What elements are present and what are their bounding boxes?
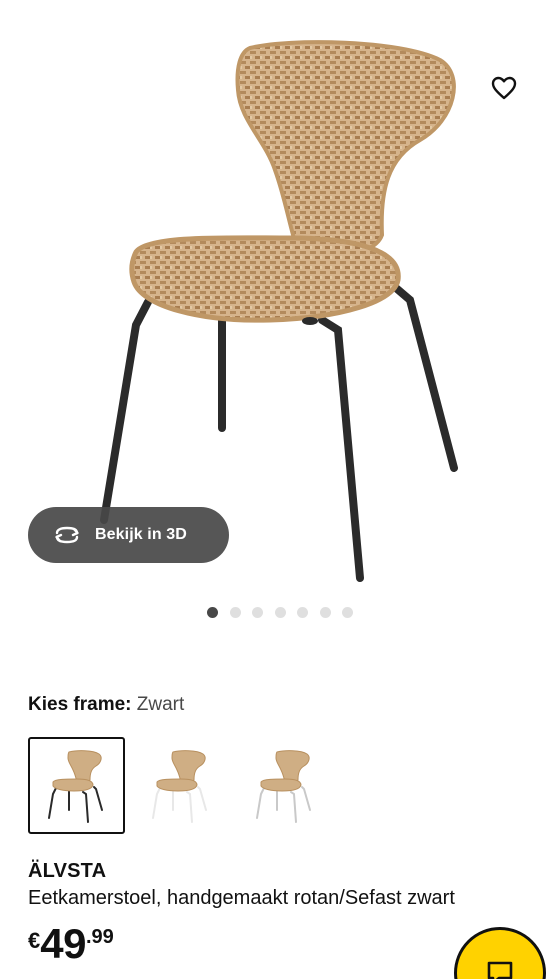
product-image <box>100 40 458 582</box>
frame-value: Zwart <box>136 694 185 715</box>
price-currency: € <box>28 928 41 953</box>
frame-selector-heading: Kies frame: Zwart <box>28 694 184 716</box>
pagination-dot[interactable] <box>252 607 263 618</box>
rotate-3d-icon <box>52 524 82 546</box>
gallery-pagination[interactable] <box>207 607 365 618</box>
heart-outline-icon <box>491 76 517 100</box>
pagination-dot[interactable] <box>229 607 241 618</box>
product-description: Eetkamerstoel, handgemaakt rotan/Sefast … <box>28 887 455 909</box>
pagination-dot[interactable] <box>207 607 218 618</box>
variant-chair-image <box>47 749 103 823</box>
favorite-button[interactable] <box>480 64 528 112</box>
variant-chair-image <box>255 749 311 823</box>
view-in-3d-button[interactable]: Bekijk in 3D <box>28 507 229 563</box>
pagination-dot[interactable] <box>297 607 308 618</box>
product-price: € 49 .99 <box>28 921 114 967</box>
frame-variants <box>28 737 340 834</box>
chat-fab-button[interactable] <box>454 927 546 979</box>
price-decimal: .99 <box>85 926 114 948</box>
product-name[interactable]: ÄLVSTA <box>28 860 106 883</box>
frame-variant-thumbnail[interactable] <box>132 737 229 834</box>
price-integer: 49 <box>40 920 86 967</box>
frame-label: Kies frame: <box>28 694 132 715</box>
frame-variant-thumbnail[interactable] <box>28 737 125 834</box>
pagination-dot[interactable] <box>274 607 286 618</box>
pagination-dot[interactable] <box>342 607 353 618</box>
view-in-3d-label: Bekijk in 3D <box>95 526 187 543</box>
chat-icon <box>487 961 513 979</box>
variant-chair-image <box>151 749 207 823</box>
product-gallery[interactable]: Bekijk in 3D <box>0 0 560 640</box>
frame-variant-thumbnail[interactable] <box>236 737 333 834</box>
pagination-dot[interactable] <box>319 607 331 618</box>
